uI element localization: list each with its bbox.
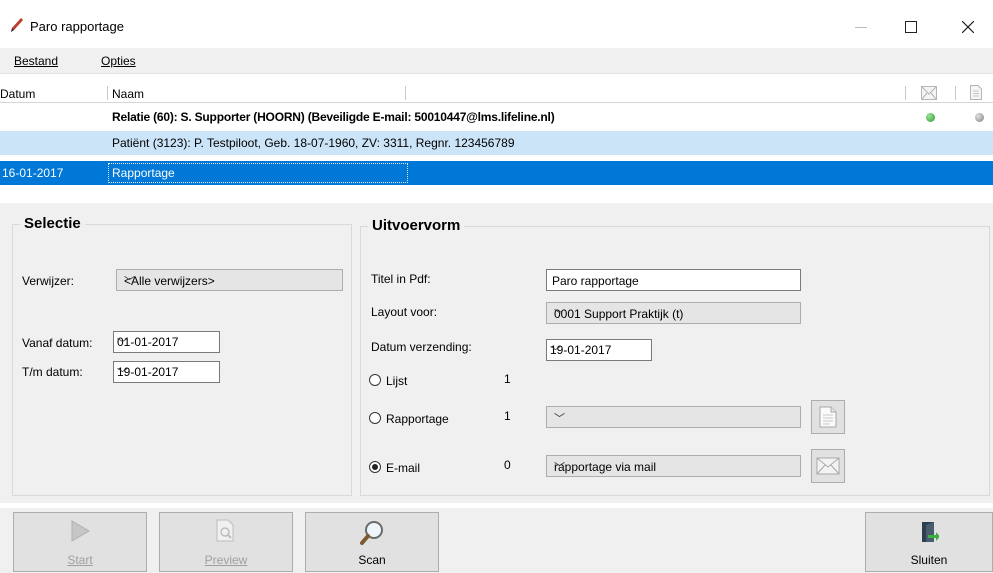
- chevron-down-icon: ﹀: [117, 368, 128, 380]
- mail-button[interactable]: [811, 449, 845, 483]
- datum-verzending-picker[interactable]: 19-01-2017 ﹀: [546, 339, 652, 361]
- close-button[interactable]: [945, 12, 991, 42]
- mail-column-icon: [921, 86, 937, 103]
- window-title: Paro rapportage: [30, 19, 124, 34]
- preview-icon: [216, 519, 236, 546]
- chevron-down-icon: ﹀: [117, 338, 128, 350]
- radio-lijst-label: Lijst: [386, 374, 408, 388]
- vanaf-label: Vanaf datum:: [22, 336, 93, 350]
- minimize-button[interactable]: [838, 12, 884, 42]
- radio-lijst[interactable]: Lijst: [368, 372, 468, 390]
- column-separator[interactable]: [905, 86, 906, 100]
- bottom-toolbar: [0, 508, 993, 573]
- rapportage-count: 1: [504, 409, 511, 423]
- play-icon: [69, 519, 91, 546]
- maximize-button[interactable]: [888, 12, 934, 42]
- lijst-count: 1: [504, 372, 511, 386]
- document-icon: [819, 406, 837, 428]
- document-status-indicator: [975, 113, 984, 122]
- chevron-down-icon: ﹀: [554, 309, 565, 321]
- menu-opties[interactable]: Opties: [101, 54, 136, 68]
- preview-label: Preview: [204, 553, 248, 567]
- column-header-datum[interactable]: Datum: [0, 87, 35, 101]
- table-row[interactable]: Relatie (60): S. Supporter (HOORN) (Beve…: [0, 106, 993, 128]
- column-separator[interactable]: [405, 86, 406, 100]
- radio-rapportage-circle[interactable]: [369, 412, 381, 424]
- row-naam: Rapportage: [112, 166, 175, 180]
- menu-bestand-label: Bestand: [14, 54, 59, 68]
- list-header: [0, 85, 993, 103]
- tm-label: T/m datum:: [22, 365, 83, 379]
- row-naam: Patiënt (3123): P. Testpiloot, Geb. 18-0…: [112, 136, 515, 150]
- selectie-group: [12, 224, 352, 496]
- layout-label: Layout voor:: [371, 305, 438, 319]
- row-datum: 16-01-2017: [2, 166, 64, 180]
- sluiten-label: Sluiten: [910, 553, 948, 567]
- verwijzer-label: Verwijzer:: [22, 274, 75, 288]
- radio-rapportage[interactable]: Rapportage: [368, 410, 478, 428]
- document-column-icon: [970, 85, 982, 103]
- tm-date-picker[interactable]: 19-01-2017 ﹀: [113, 361, 220, 383]
- column-separator[interactable]: [107, 86, 108, 100]
- scan-label: Scan: [358, 553, 386, 567]
- table-row[interactable]: Patiënt (3123): P. Testpiloot, Geb. 18-0…: [0, 131, 993, 155]
- radio-rapportage-label: Rapportage: [386, 412, 449, 426]
- magnifier-icon: [359, 519, 385, 550]
- verwijzer-dropdown[interactable]: <Alle verwijzers> ﹀: [116, 269, 343, 291]
- chevron-down-icon: ﹀: [550, 346, 561, 358]
- radio-email[interactable]: E-mail: [368, 459, 468, 477]
- start-button[interactable]: Start: [13, 512, 147, 572]
- menu-opties-label: Opties: [101, 54, 136, 68]
- radio-email-label: E-mail: [386, 461, 421, 475]
- email-count: 0: [504, 458, 511, 472]
- selectie-title: Selectie: [20, 215, 85, 232]
- preview-button[interactable]: Preview: [159, 512, 293, 572]
- rapportage-dropdown[interactable]: ﹀: [546, 406, 801, 428]
- radio-email-circle[interactable]: [369, 461, 381, 473]
- menu-bestand[interactable]: Bestand: [14, 54, 58, 68]
- mail-status-indicator: [926, 113, 935, 122]
- table-row-selected[interactable]: 16-01-2017 Rapportage: [0, 161, 993, 185]
- app-pencil-icon: [9, 16, 25, 37]
- email-dropdown[interactable]: rapportage via mail ﹀: [546, 455, 801, 477]
- titel-label: Titel in Pdf:: [371, 272, 431, 286]
- titel-value: Paro rapportage: [552, 274, 639, 288]
- radio-lijst-circle[interactable]: [369, 374, 381, 386]
- exit-door-icon: [919, 519, 940, 548]
- layout-dropdown[interactable]: 0001 Support Praktijk (t) ﹀: [546, 302, 801, 324]
- titel-input[interactable]: Paro rapportage: [546, 269, 801, 291]
- chevron-down-icon: ﹀: [124, 276, 135, 288]
- scan-button[interactable]: Scan: [305, 512, 439, 572]
- uitvoervorm-title: Uitvoervorm: [368, 217, 465, 234]
- vanaf-date-picker[interactable]: 01-01-2017 ﹀: [113, 331, 220, 353]
- envelope-icon: [816, 457, 840, 475]
- chevron-down-icon: ﹀: [554, 462, 565, 474]
- document-button[interactable]: [811, 400, 845, 434]
- start-label: Start: [67, 553, 93, 567]
- chevron-down-icon: ﹀: [554, 413, 565, 425]
- row-naam: Relatie (60): S. Supporter (HOORN) (Beve…: [112, 110, 555, 124]
- column-header-naam[interactable]: Naam: [112, 87, 144, 101]
- menu-bar: [0, 48, 993, 74]
- datum-verzending-label: Datum verzending:: [371, 340, 472, 354]
- sluiten-button[interactable]: Sluiten: [865, 512, 993, 572]
- column-separator[interactable]: [955, 86, 956, 100]
